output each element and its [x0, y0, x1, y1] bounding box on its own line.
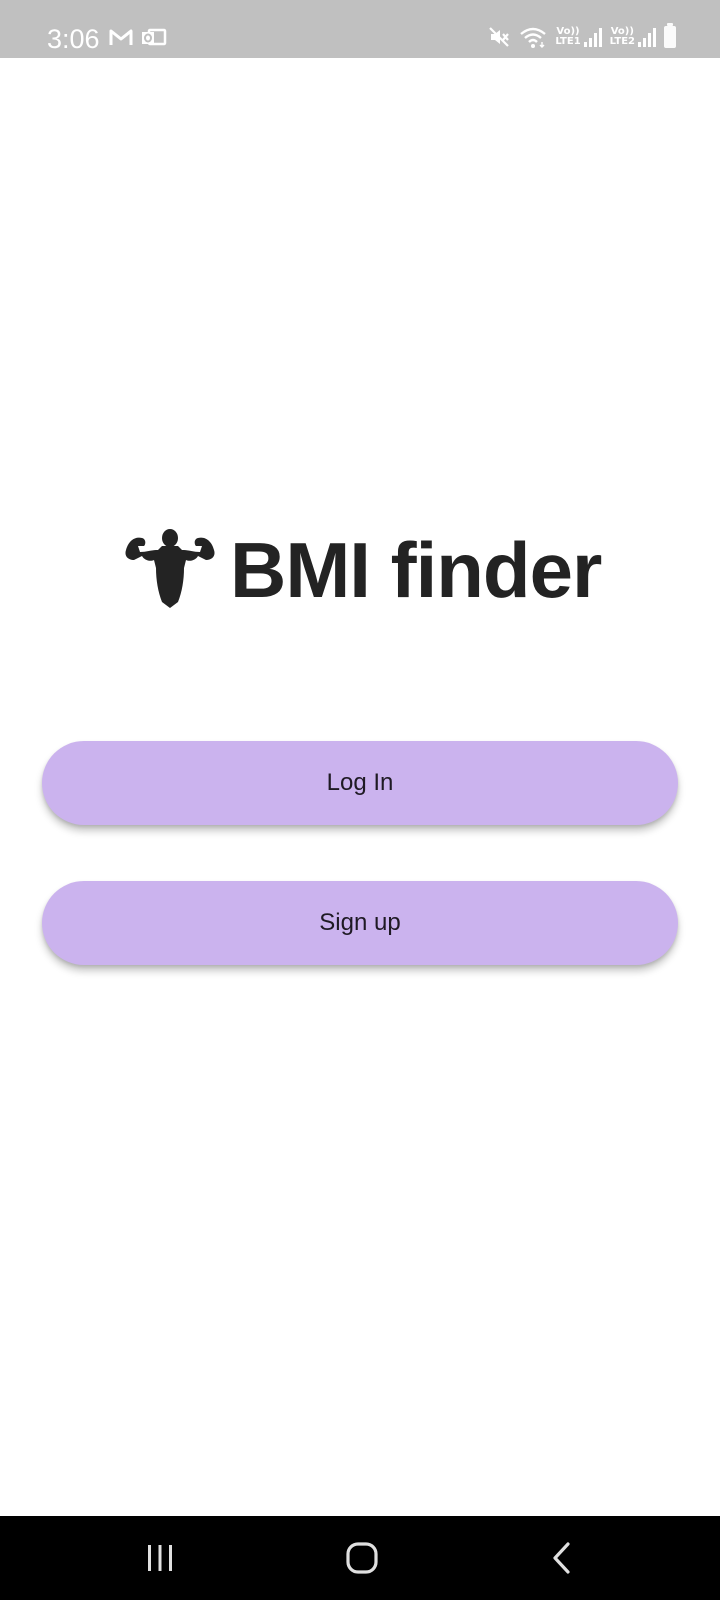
sim1-signal: Vo)) LTE1 [555, 27, 602, 47]
back-icon [553, 1542, 570, 1574]
status-time: 3:06 [47, 24, 100, 54]
home-icon [346, 1542, 378, 1574]
signup-button[interactable]: Sign up [42, 881, 678, 965]
sim2-signal: Vo)) LTE2 [610, 27, 656, 47]
back-button[interactable] [502, 1516, 622, 1600]
gmail-icon [109, 29, 133, 45]
bodybuilder-icon [125, 529, 215, 608]
recents-icon [148, 1545, 172, 1571]
battery-icon [664, 23, 676, 48]
signal-icon [583, 27, 602, 47]
navigation-bar [0, 1516, 720, 1600]
status-bar: 3:06 Vo)) LTE1 Vo)) LTE2 [0, 0, 720, 58]
sim2-lte-label: LTE2 [609, 36, 635, 47]
outlook-icon [142, 28, 167, 46]
signal-icon [638, 27, 656, 47]
mute-icon [489, 27, 510, 47]
recents-button[interactable] [100, 1516, 220, 1600]
login-button[interactable]: Log In [42, 741, 678, 825]
notification-icons [109, 27, 167, 47]
wifi-icon [520, 27, 547, 48]
app-title: BMI finder [230, 526, 602, 614]
home-button[interactable] [302, 1516, 422, 1600]
sim1-lte-label: LTE1 [555, 36, 581, 47]
status-right-icons: Vo)) LTE1 Vo)) LTE2 [487, 23, 676, 49]
app-logo: BMI finder [122, 522, 602, 618]
